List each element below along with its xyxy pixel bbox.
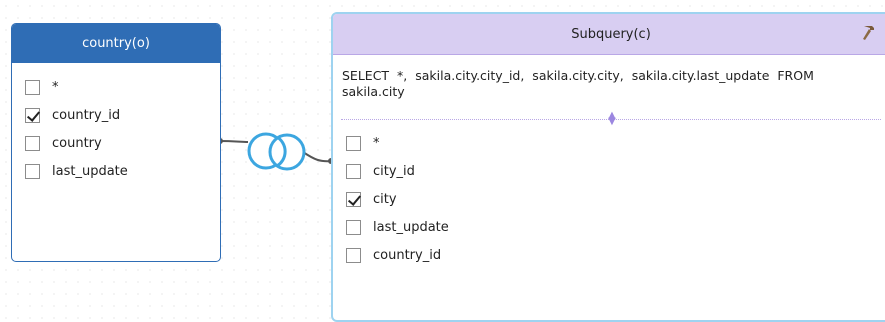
field-label: last_update xyxy=(52,163,128,179)
field-row-last-update[interactable]: last_update xyxy=(25,161,128,181)
field-label: country xyxy=(52,135,102,151)
field-checkbox[interactable] xyxy=(25,79,40,95)
field-checkbox[interactable] xyxy=(346,247,361,263)
subquery-header[interactable]: Subquery(c) xyxy=(333,14,885,55)
field-row-last-update[interactable]: last_update xyxy=(346,217,449,237)
hammer-icon[interactable] xyxy=(861,25,877,41)
field-row-city-id[interactable]: city_id xyxy=(346,161,415,181)
field-label: last_update xyxy=(373,219,449,235)
field-checkbox[interactable] xyxy=(346,135,361,151)
subquery-sql[interactable]: SELECT *, sakila.city.city_id, sakila.ci… xyxy=(342,68,882,100)
field-checkbox[interactable] xyxy=(25,163,40,179)
inner-join-icon[interactable] xyxy=(247,132,306,171)
field-label: * xyxy=(52,79,59,95)
resize-handle-icon[interactable]: ▲ ▼ xyxy=(607,111,617,127)
field-label: city xyxy=(373,191,397,207)
field-row-city[interactable]: city xyxy=(346,189,397,209)
table-country-title: country(o) xyxy=(82,36,150,51)
field-row-country-id[interactable]: country_id xyxy=(25,105,120,125)
field-row-star[interactable]: * xyxy=(25,77,59,97)
subquery-title: Subquery(c) xyxy=(571,26,651,42)
field-label: country_id xyxy=(52,107,121,123)
field-checkbox[interactable] xyxy=(25,135,40,151)
table-country-header[interactable]: country(o) xyxy=(12,24,220,63)
field-row-country[interactable]: country xyxy=(25,133,102,153)
field-checkbox[interactable] xyxy=(25,107,40,123)
field-label: city_id xyxy=(373,163,415,179)
subquery-box[interactable]: Subquery(c) SELECT *, sakila.city.city_i… xyxy=(331,12,885,322)
field-row-country-id[interactable]: country_id xyxy=(346,245,441,265)
field-label: country_id xyxy=(373,247,442,263)
field-row-star[interactable]: * xyxy=(346,133,380,153)
field-checkbox[interactable] xyxy=(346,191,361,207)
field-checkbox[interactable] xyxy=(346,219,361,235)
field-label: * xyxy=(373,135,380,151)
table-country[interactable]: country(o) * country_id country last_upd… xyxy=(11,23,221,262)
field-checkbox[interactable] xyxy=(346,163,361,179)
